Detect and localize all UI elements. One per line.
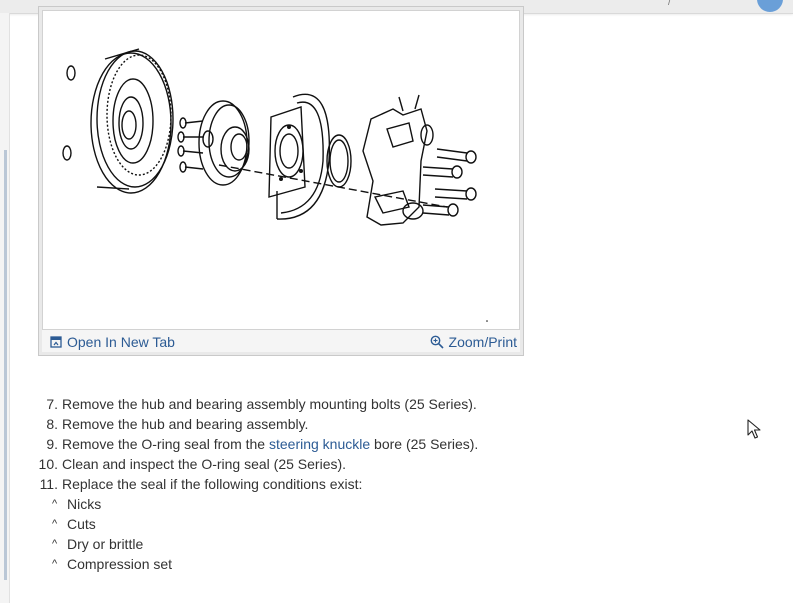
procedure-steps: 7. Remove the hub and bearing assembly mo… <box>38 394 738 574</box>
condition-text: Cuts <box>67 516 96 532</box>
avatar[interactable] <box>757 0 783 12</box>
step-8: 8. Remove the hub and bearing assembly. <box>38 414 738 434</box>
step-text: Clean and inspect the O-ring seal (25 Se… <box>62 456 347 472</box>
magnifier-icon <box>430 335 444 349</box>
step-number: 7. <box>46 396 58 412</box>
step-text: Remove the hub and bearing assembly moun… <box>62 396 477 412</box>
condition-item: ^ Cuts <box>38 514 738 534</box>
hub-bearing-diagram <box>42 10 520 330</box>
step-number: 11. <box>39 476 58 492</box>
open-in-new-tab-label: Open In New Tab <box>67 334 175 350</box>
zoom-print-button[interactable]: Zoom/Print <box>430 333 517 351</box>
hub-bearing-illustration <box>62 48 488 322</box>
condition-item: ^ Dry or brittle <box>38 534 738 554</box>
step-7: 7. Remove the hub and bearing assembly mo… <box>38 394 738 414</box>
figure-footer: Open In New Tab Zoom/Print <box>42 330 520 352</box>
condition-item: ^ Compression set <box>38 554 738 574</box>
figure-card: Open In New Tab Zoom/Print <box>38 6 524 356</box>
step-text: Remove the hub and bearing assembly. <box>62 416 309 432</box>
condition-text: Dry or brittle <box>67 536 144 552</box>
steering-knuckle-link[interactable]: steering knuckle <box>269 436 370 452</box>
left-edge-panel <box>0 13 10 603</box>
top-bar-mark-icon: / <box>668 0 671 8</box>
open-in-new-tab-icon <box>50 336 62 348</box>
scrollbar-track[interactable] <box>4 150 7 580</box>
condition-text: Compression set <box>67 556 173 572</box>
condition-text: Nicks <box>67 496 102 512</box>
step-text-post: bore (25 Series). <box>370 436 479 452</box>
caret-marker: ^ <box>52 558 58 570</box>
step-10: 10. Clean and inspect the O-ring seal (25… <box>38 454 738 474</box>
caret-marker: ^ <box>52 498 58 510</box>
step-text-pre: Remove the O-ring seal from the <box>62 436 269 452</box>
caret-marker: ^ <box>52 518 58 530</box>
step-number: 9. <box>46 436 58 452</box>
step-number: 8. <box>46 416 58 432</box>
step-11: 11. Replace the seal if the following con… <box>38 474 738 494</box>
mouse-pointer-icon <box>747 419 761 439</box>
step-number: 10. <box>38 456 58 472</box>
condition-item: ^ Nicks <box>38 494 738 514</box>
step-9: 9. Remove the O-ring seal from the steeri… <box>38 434 738 454</box>
caret-marker: ^ <box>52 538 58 550</box>
open-in-new-tab-button[interactable]: Open In New Tab <box>50 333 175 351</box>
zoom-print-label: Zoom/Print <box>448 334 517 350</box>
step-text: Replace the seal if the following condit… <box>62 476 363 492</box>
